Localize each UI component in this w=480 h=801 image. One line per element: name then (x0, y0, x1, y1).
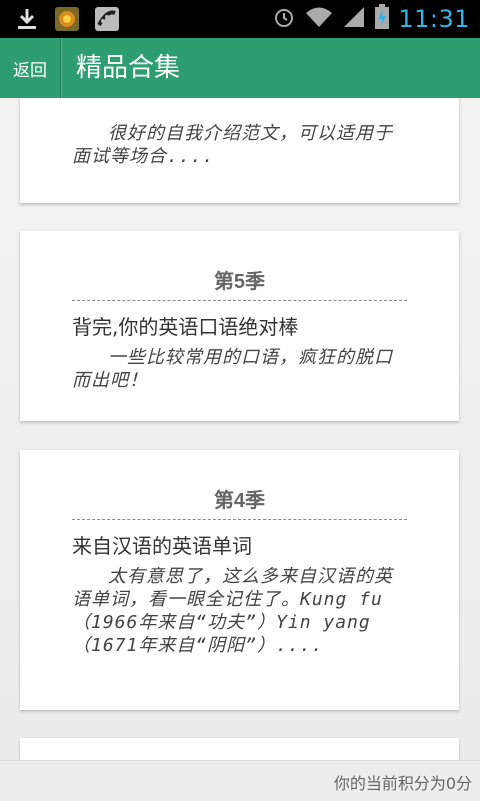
item-description: 一些比较常用的口语，疯狂的脱口而出吧！ (72, 347, 393, 391)
footer-bar: 你的当前积分为0分 (0, 760, 480, 801)
signal-icon (342, 5, 366, 33)
item-description: 很好的自我介绍范文，可以适用于面试等场合.... (72, 123, 393, 167)
list-item[interactable]: 很好的自我介绍范文，可以适用于面试等场合.... (20, 98, 459, 203)
item-description: 太有意思了，这么多来自汉语的英语单词，看一眼全记住了。Kung fu （1966… (72, 566, 393, 656)
pea-app-icon (94, 6, 120, 32)
alarm-icon (272, 5, 296, 33)
title-bar: 返回 精品合集 (0, 38, 480, 99)
wifi-icon (304, 5, 334, 33)
status-bar: 11:31 (0, 0, 480, 38)
page-title: 精品合集 (76, 53, 181, 83)
battery-charging-icon (374, 4, 390, 34)
score-text: 你的当前积分为0分 (333, 774, 472, 793)
clock: 11:31 (398, 5, 470, 33)
item-title: 背完,你的英语口语绝对棒 (72, 315, 299, 339)
list-item[interactable]: 第5季 背完,你的英语口语绝对棒 一些比较常用的口语，疯狂的脱口而出吧！ (20, 231, 459, 421)
divider (72, 300, 407, 301)
list-item[interactable]: 第4季 来自汉语的英语单词 太有意思了，这么多来自汉语的英语单词，看一眼全记住了… (20, 450, 459, 710)
app-shield-icon (54, 6, 80, 32)
download-icon (14, 6, 40, 32)
season-label: 第5季 (213, 271, 266, 293)
divider (72, 519, 407, 520)
list-item[interactable] (20, 738, 459, 760)
collection-list[interactable]: 很好的自我介绍范文，可以适用于面试等场合.... 第5季 背完,你的英语口语绝对… (0, 98, 480, 760)
back-button[interactable]: 返回 (0, 38, 61, 98)
item-title: 来自汉语的英语单词 (72, 534, 252, 558)
season-label: 第4季 (213, 490, 266, 512)
